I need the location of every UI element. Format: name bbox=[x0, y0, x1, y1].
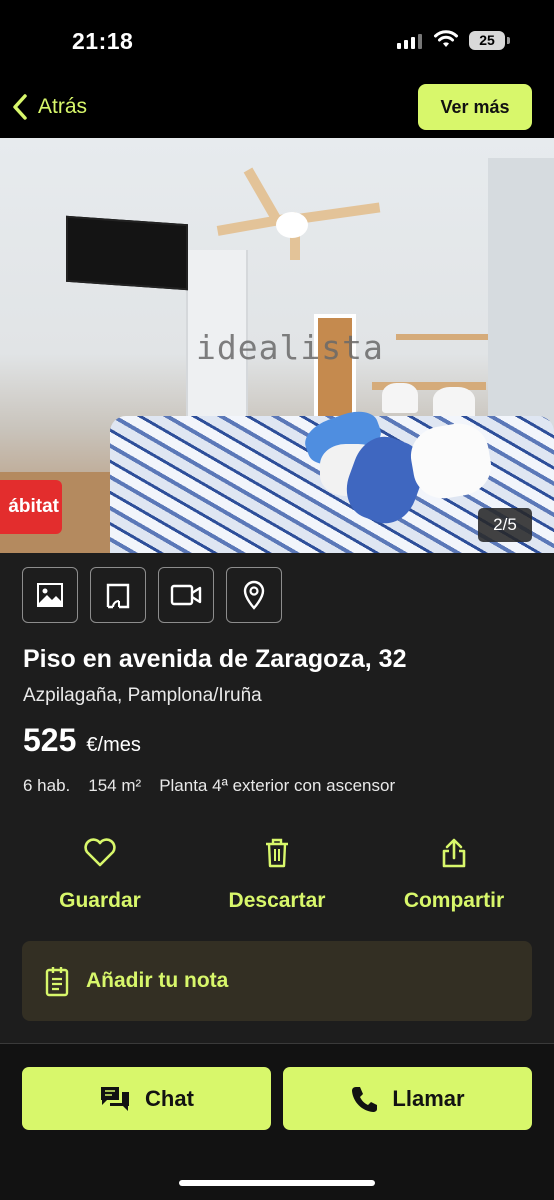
media-tabs bbox=[22, 567, 282, 623]
photo-chair bbox=[433, 387, 475, 419]
tab-video[interactable] bbox=[158, 567, 214, 623]
feature-area: 154 m² bbox=[88, 776, 142, 795]
status-time: 21:18 bbox=[72, 28, 134, 54]
photos-icon bbox=[37, 583, 63, 607]
call-button[interactable]: Llamar bbox=[283, 1067, 532, 1130]
save-label: Guardar bbox=[59, 889, 141, 912]
photo-tv bbox=[66, 215, 188, 291]
video-icon bbox=[170, 584, 202, 606]
battery-icon: 25 bbox=[469, 31, 505, 50]
listing-location: Azpilagaña, Pamplona/Iruña bbox=[23, 685, 262, 706]
wifi-icon bbox=[434, 30, 458, 47]
signal-icon bbox=[397, 33, 422, 49]
tab-floorplan[interactable] bbox=[90, 567, 146, 623]
listing-features: 6 hab. 154 m² Planta 4ª exterior con asc… bbox=[23, 776, 395, 796]
phone-icon bbox=[352, 1086, 378, 1112]
back-button[interactable]: Atrás bbox=[12, 92, 87, 122]
back-label: Atrás bbox=[38, 95, 88, 118]
feature-floor: Planta 4ª exterior con ascensor bbox=[159, 776, 396, 795]
agency-badge: ábitat bbox=[0, 480, 62, 534]
floorplan-icon bbox=[106, 583, 130, 609]
ver-mas-button[interactable]: Ver más bbox=[418, 84, 532, 130]
status-bar: 21:18 25 bbox=[0, 0, 554, 80]
call-label: Llamar bbox=[392, 1085, 465, 1111]
battery-tip bbox=[507, 37, 510, 44]
map-pin-icon bbox=[243, 580, 265, 610]
photo-shelf bbox=[396, 334, 488, 340]
trash-icon bbox=[266, 838, 288, 868]
discard-button[interactable]: Descartar bbox=[202, 835, 352, 913]
chat-label: Chat bbox=[145, 1085, 194, 1111]
chat-icon bbox=[101, 1086, 130, 1111]
heart-icon bbox=[84, 838, 116, 867]
add-note-button[interactable]: Añadir tu nota bbox=[22, 941, 532, 1021]
share-icon bbox=[442, 838, 466, 868]
share-button[interactable]: Compartir bbox=[379, 835, 529, 913]
nav-bar: Atrás Ver más bbox=[0, 80, 554, 138]
price-row: 525 €/mes bbox=[23, 722, 141, 759]
listing-price: 525 bbox=[23, 722, 77, 758]
listing-actions: Guardar Descartar Compartir bbox=[0, 835, 554, 925]
chat-button[interactable]: Chat bbox=[22, 1067, 271, 1130]
share-label: Compartir bbox=[403, 889, 505, 912]
home-indicator bbox=[179, 1180, 375, 1186]
feature-rooms: 6 hab. bbox=[23, 776, 71, 795]
tab-map[interactable] bbox=[226, 567, 282, 623]
notepad-icon bbox=[45, 967, 69, 997]
photo-fan bbox=[276, 212, 308, 238]
tab-photos[interactable] bbox=[22, 567, 78, 623]
listing-title: Piso en avenida de Zaragoza, 32 bbox=[23, 645, 407, 673]
photo-counter: 2/5 bbox=[478, 508, 532, 542]
discard-label: Descartar bbox=[228, 889, 326, 912]
listing-photo[interactable]: idealista ábitat 2/5 bbox=[0, 138, 554, 553]
bottom-bar: Chat Llamar bbox=[0, 1044, 554, 1200]
photo-chair bbox=[382, 383, 418, 413]
photo-fan bbox=[299, 202, 381, 224]
price-unit: €/mes bbox=[86, 734, 141, 756]
chevron-left-icon bbox=[13, 94, 27, 120]
save-button[interactable]: Guardar bbox=[25, 835, 175, 913]
idealista-watermark: idealista bbox=[196, 328, 384, 367]
add-note-label: Añadir tu nota bbox=[86, 969, 229, 992]
